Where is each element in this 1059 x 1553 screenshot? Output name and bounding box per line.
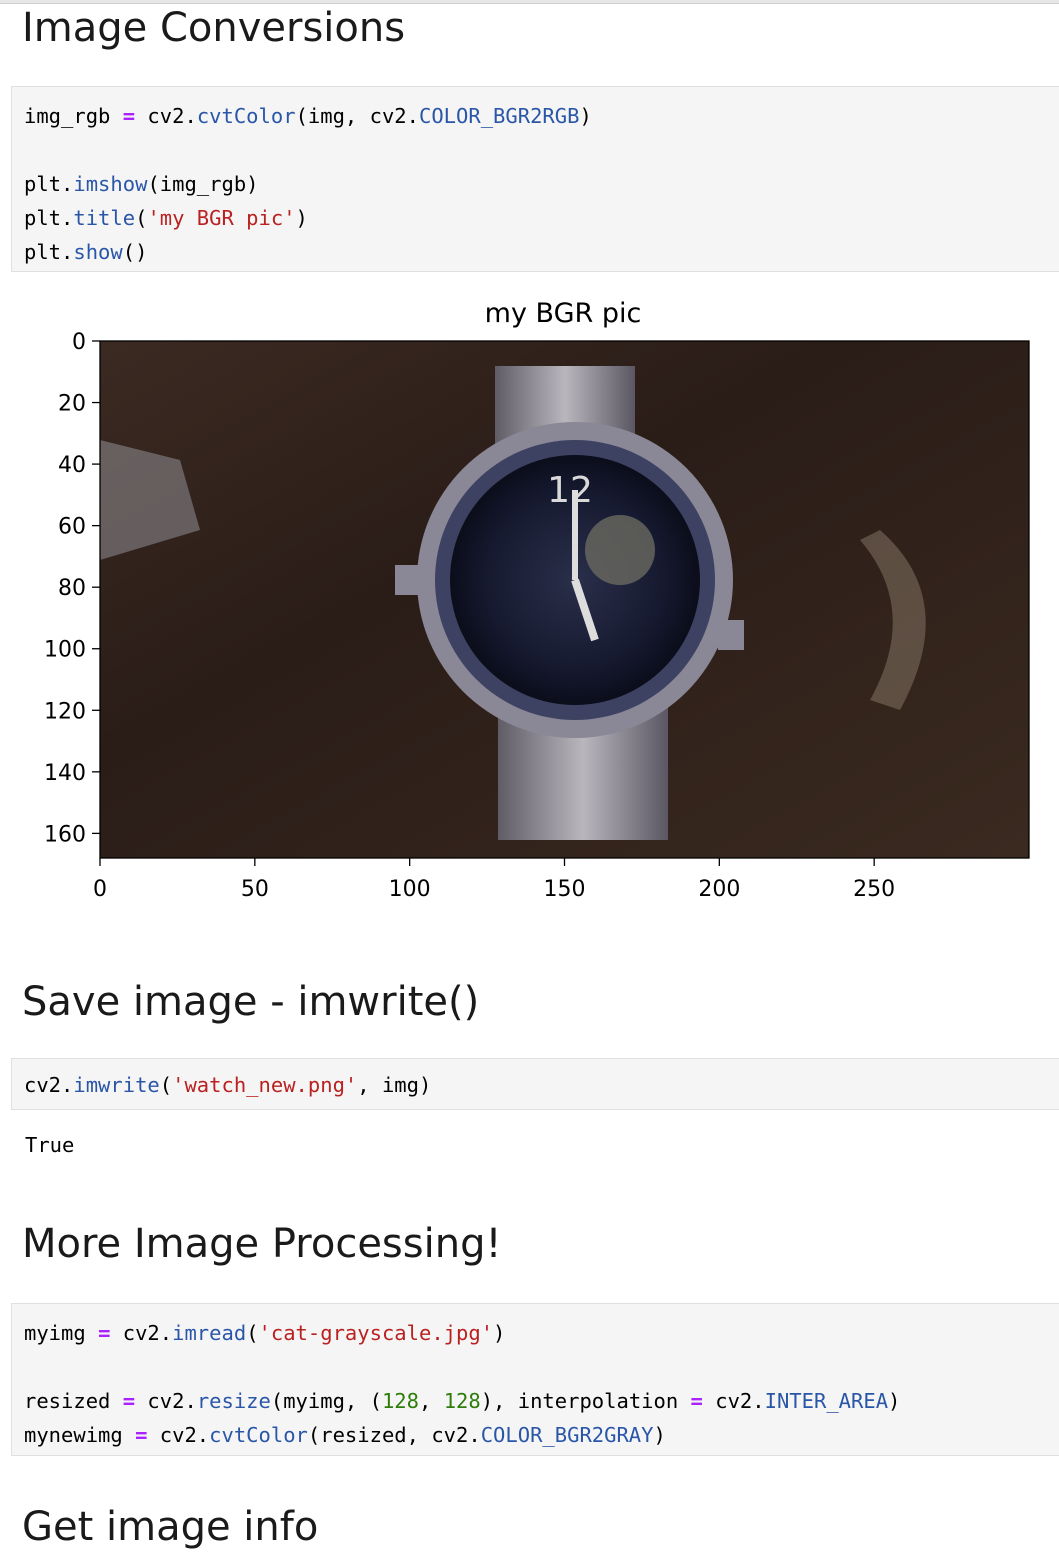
code-token: plt. — [24, 206, 74, 230]
code-token: (img_rgb) — [147, 172, 259, 196]
code-token: COLOR_BGR2GRAY — [480, 1423, 654, 1447]
code-token: cvtColor — [196, 104, 296, 128]
code-token: imread — [172, 1321, 247, 1345]
code-token: = — [98, 1321, 111, 1345]
code-token: ) — [888, 1389, 901, 1413]
x-tick-label: 200 — [698, 877, 740, 902]
code-token: plt. — [24, 172, 74, 196]
code-token: 'my BGR pic' — [147, 206, 296, 230]
code-token: (img, cv2. — [295, 104, 419, 128]
code-line: plt.title('my BGR pic') — [24, 201, 1059, 235]
code-token: imshow — [73, 172, 148, 196]
code-token: myimg — [24, 1321, 99, 1345]
code-token: INTER_AREA — [764, 1389, 889, 1413]
code-line: resized = cv2.resize(myimg, (128, 128), … — [24, 1384, 1059, 1418]
y-tick-label: 0 — [72, 330, 86, 355]
code-token: cv2. — [702, 1389, 765, 1413]
code-token: cvtColor — [209, 1423, 308, 1447]
code-token: , — [419, 1389, 444, 1413]
code-token: 128 — [381, 1389, 419, 1413]
code-line: myimg = cv2.imread('cat-grayscale.jpg') — [24, 1316, 1059, 1350]
y-tick-label: 40 — [58, 453, 86, 478]
code-token: cv2. — [147, 1423, 210, 1447]
code-token: = — [122, 1389, 136, 1413]
y-tick-label: 100 — [44, 638, 86, 663]
heading-save-image: Save image - imwrite() — [22, 979, 480, 1025]
code-token: title — [73, 206, 136, 230]
figure-title: my BGR pic — [485, 298, 642, 329]
x-axis: 0 50 100 150 200 250 — [93, 858, 895, 902]
code-token: = — [135, 1423, 148, 1447]
svg-text:12: 12 — [547, 470, 593, 511]
y-tick-label: 80 — [58, 576, 86, 601]
y-tick-label: 160 — [44, 822, 86, 847]
x-tick-label: 150 — [544, 877, 586, 902]
code-token: cv2. — [24, 1073, 74, 1097]
code-token: cv2. — [135, 1389, 197, 1413]
code-token: 'cat-grayscale.jpg' — [258, 1321, 494, 1345]
code-editor[interactable]: img_rgb = cv2.cvtColor(img, cv2.COLOR_BG… — [12, 87, 1059, 269]
heading-image-conversions: Image Conversions — [22, 5, 406, 51]
code-token: imwrite — [73, 1073, 160, 1097]
code-token: resized — [24, 1389, 123, 1413]
code-token: COLOR_BGR2RGB — [418, 104, 580, 128]
code-line: cv2.imwrite('watch_new.png', img) — [24, 1068, 1059, 1102]
code-token: cv2. — [135, 104, 197, 128]
code-token: ), interpolation — [480, 1389, 691, 1413]
code-cell-save[interactable]: cv2.imwrite('watch_new.png', img) — [11, 1058, 1059, 1110]
image-axes: 12 — [99, 340, 1030, 859]
heading-get-image-info: Get image info — [22, 1504, 319, 1550]
code-token: ) — [295, 206, 308, 230]
code-token: 128 — [443, 1389, 481, 1413]
code-token: , img) — [357, 1073, 432, 1097]
code-cell-more[interactable]: myimg = cv2.imread('cat-grayscale.jpg') r… — [11, 1303, 1059, 1456]
code-token: resize — [196, 1389, 271, 1413]
code-token: ) — [653, 1423, 666, 1447]
code-token: (myimg, ( — [270, 1389, 382, 1413]
x-tick-label: 50 — [241, 877, 269, 902]
code-token: mynewimg — [24, 1423, 136, 1447]
code-token: () — [122, 240, 148, 264]
code-line: plt.imshow(img_rgb) — [24, 167, 1059, 201]
code-token: 'watch_new.png' — [172, 1073, 358, 1097]
code-token: ) — [579, 104, 592, 128]
code-token: cv2. — [110, 1321, 173, 1345]
y-tick-label: 140 — [44, 761, 86, 786]
code-token: ( — [159, 1073, 173, 1097]
y-axis: 0 20 40 60 80 100 120 140 160 — [44, 330, 100, 847]
matplotlib-figure: my BGR pic 12 0 50 100 150 200 250 0 20 40 60 80 1… — [44, 298, 1030, 902]
heading-more-image-processing: More Image Processing! — [22, 1221, 502, 1267]
code-editor[interactable]: myimg = cv2.imread('cat-grayscale.jpg') r… — [12, 1304, 1059, 1452]
x-tick-label: 0 — [93, 877, 107, 902]
code-token: show — [73, 240, 123, 264]
code-cell-convert[interactable]: img_rgb = cv2.cvtColor(img, cv2.COLOR_BG… — [11, 86, 1059, 272]
y-tick-label: 20 — [58, 392, 86, 417]
y-tick-label: 120 — [44, 699, 86, 724]
code-token: ) — [493, 1321, 506, 1345]
code-token: ( — [246, 1321, 259, 1345]
x-tick-label: 100 — [389, 877, 431, 902]
code-line: plt.show() — [24, 235, 1059, 269]
y-tick-label: 60 — [58, 515, 86, 540]
code-token: img_rgb — [24, 104, 123, 128]
code-token: = — [122, 104, 136, 128]
code-token: plt. — [24, 240, 74, 264]
code-token: (resized, cv2. — [307, 1423, 481, 1447]
code-line: img_rgb = cv2.cvtColor(img, cv2.COLOR_BG… — [24, 99, 1059, 133]
code-token: ( — [135, 206, 148, 230]
code-line: mynewimg = cv2.cvtColor(resized, cv2.COL… — [24, 1418, 1059, 1452]
x-tick-label: 250 — [853, 877, 895, 902]
cell-output: True — [25, 1133, 75, 1157]
code-editor[interactable]: cv2.imwrite('watch_new.png', img) — [12, 1059, 1059, 1102]
code-token: = — [690, 1389, 703, 1413]
